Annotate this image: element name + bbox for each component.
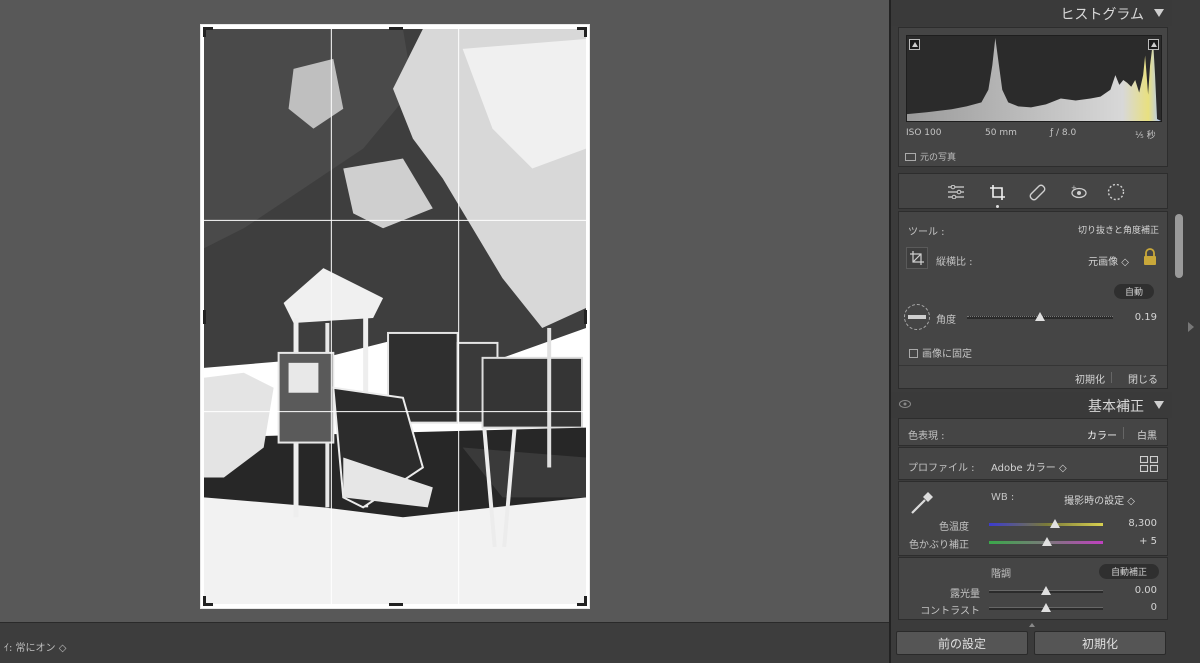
tool-strip: + [898, 173, 1168, 209]
crop-handle-left[interactable] [203, 310, 206, 324]
constrain-checkbox[interactable] [909, 349, 918, 358]
color-treatment-button[interactable]: カラー [1087, 427, 1117, 442]
temp-label: 色温度 [939, 522, 969, 533]
exposure-value[interactable]: 0.00 [1135, 585, 1157, 596]
straighten-tool-icon[interactable] [904, 304, 930, 330]
active-tool-indicator [996, 205, 999, 208]
original-photo-checkbox[interactable] [905, 153, 916, 161]
crop-panel: ツール : 切り抜きと角度補正 縦横比 : 元画像 ◇ 自動 角度 0.19 画… [898, 211, 1168, 389]
treatment-label: 色表現 : [908, 431, 945, 442]
auto-straighten-button[interactable]: 自動 [1114, 284, 1154, 299]
profile-select[interactable]: Adobe カラー ◇ [991, 459, 1067, 474]
basic-title: 基本補正 [1088, 399, 1144, 415]
tint-slider-thumb[interactable] [1042, 537, 1053, 546]
basic-header[interactable]: 基本補正 [891, 392, 1172, 418]
constrain-toggle[interactable]: 画像に固定 [909, 345, 972, 360]
crop-handle-bottom-right[interactable] [577, 596, 587, 606]
histogram-header[interactable]: ヒストグラム [891, 0, 1172, 26]
profile-row: プロファイル : Adobe カラー ◇ [898, 447, 1168, 480]
button-separator [1123, 427, 1124, 439]
angle-value[interactable]: 0.19 [1135, 312, 1157, 323]
temp-value[interactable]: 8,300 [1128, 518, 1157, 529]
crop-overlay-icon[interactable] [906, 247, 928, 269]
crop-icon[interactable] [987, 182, 1007, 202]
angle-slider-thumb[interactable] [1035, 312, 1045, 321]
image-canvas[interactable] [0, 0, 889, 622]
tint-label: 色かぶり補正 [909, 540, 969, 551]
white-balance-panel: WB : 撮影時の設定 ◇ 色温度 8,300 色かぶり補正 + 5 [898, 481, 1168, 556]
bw-treatment-button[interactable]: 白黒 [1137, 427, 1157, 442]
highlight-clipping-icon[interactable] [1148, 39, 1159, 50]
profile-label: プロファイル : [908, 463, 975, 474]
divider [899, 365, 1167, 366]
overlay-mode-select[interactable]: ｲ: 常にオン ◇ [4, 639, 66, 654]
tool-label: ツール : [908, 227, 945, 238]
photo-preview [204, 29, 586, 604]
contrast-label: コントラスト [920, 606, 980, 617]
crop-handle-bottom[interactable] [389, 603, 403, 606]
lock-icon[interactable] [1143, 248, 1157, 266]
collapse-triangle-icon[interactable] [1154, 9, 1164, 17]
crop-close-button[interactable]: 閉じる [1128, 371, 1158, 386]
photo-image [204, 29, 586, 604]
crop-handle-top-right[interactable] [577, 27, 587, 37]
shadow-clipping-icon[interactable] [909, 39, 920, 50]
visibility-eye-icon[interactable] [899, 399, 911, 412]
panel-scrollbar-thumb[interactable] [1175, 214, 1183, 278]
original-photo-toggle[interactable]: 元の写真 [905, 150, 956, 163]
eyedropper-icon[interactable] [908, 488, 936, 516]
histogram-chart [906, 35, 1162, 122]
crop-frame[interactable] [200, 24, 590, 609]
tint-value[interactable]: + 5 [1139, 536, 1157, 547]
tone-label: 階調 [991, 569, 1011, 580]
exif-focal: 50 mm [985, 128, 1017, 138]
panel-expand-caret-icon[interactable] [1029, 623, 1035, 627]
aspect-select[interactable]: 元画像 ◇ [1088, 253, 1129, 268]
panel-scrollbar[interactable] [1172, 0, 1200, 663]
tone-panel: 階調 自動補正 露光量 0.00 コントラスト 0 [898, 557, 1168, 620]
auto-tone-button[interactable]: 自動補正 [1099, 564, 1159, 579]
exposure-label: 露光量 [950, 589, 980, 600]
crop-handle-top-left[interactable] [203, 27, 213, 37]
previous-settings-button[interactable]: 前の設定 [896, 631, 1028, 655]
crop-handle-top[interactable] [389, 27, 403, 30]
redeye-icon[interactable]: + [1069, 182, 1089, 202]
exif-shutter: ⅕ 秒 [1135, 131, 1156, 141]
heal-icon[interactable] [1027, 182, 1047, 202]
collapse-triangle-icon[interactable] [1154, 401, 1164, 409]
treatment-row: 色表現 : カラー 白黒 [898, 418, 1168, 446]
original-photo-label: 元の写真 [920, 153, 957, 163]
constrain-label: 画像に固定 [922, 349, 972, 360]
crop-handle-right[interactable] [584, 310, 587, 324]
panel-toggle-arrow-icon[interactable] [1188, 322, 1194, 332]
svg-text:+: + [1071, 185, 1077, 192]
sliders-icon[interactable] [946, 182, 966, 202]
crop-handle-bottom-left[interactable] [203, 596, 213, 606]
reset-button[interactable]: 初期化 [1034, 631, 1166, 655]
profile-browser-grid-icon[interactable] [1139, 455, 1159, 473]
bottom-toolbar: ｲ: 常にオン ◇ [0, 622, 889, 663]
wb-select[interactable]: 撮影時の設定 ◇ [1064, 492, 1135, 507]
exif-aperture: ƒ / 8.0 [1050, 128, 1077, 138]
exposure-slider-thumb[interactable] [1041, 586, 1051, 595]
temp-slider[interactable] [989, 523, 1103, 526]
angle-label: 角度 [936, 315, 956, 326]
crop-reset-button[interactable]: 初期化 [1075, 371, 1105, 386]
button-separator [1111, 372, 1112, 383]
tool-value: 切り抜きと角度補正 [1077, 226, 1159, 236]
histogram-title: ヒストグラム [1060, 7, 1144, 23]
contrast-value[interactable]: 0 [1151, 602, 1157, 613]
histogram-graph [907, 37, 1161, 121]
contrast-slider-thumb[interactable] [1041, 603, 1051, 612]
aspect-label: 縦横比 : [936, 257, 973, 268]
histogram-panel: ISO 100 50 mm ƒ / 8.0 ⅕ 秒 元の写真 [898, 27, 1168, 167]
mask-icon[interactable] [1106, 182, 1126, 202]
exif-iso: ISO 100 [906, 128, 942, 138]
wb-label: WB : [991, 492, 1015, 503]
right-panel: ヒストグラム ISO 100 50 mm ƒ / 8.0 ⅕ 秒 元の写真 + … [889, 0, 1172, 663]
temp-slider-thumb[interactable] [1050, 519, 1061, 528]
